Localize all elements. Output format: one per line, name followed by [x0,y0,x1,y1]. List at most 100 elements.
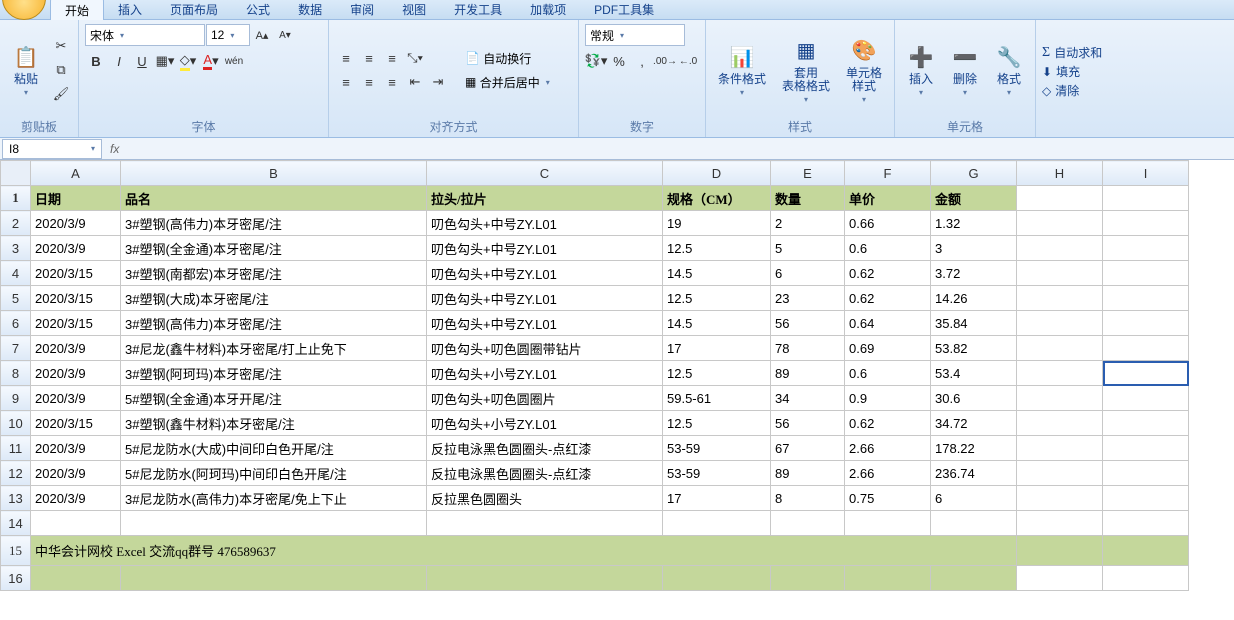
cell-I15[interactable] [1103,536,1189,566]
cell-B11[interactable]: 5#尼龙防水(大成)中间印白色开尾/注 [121,436,427,461]
insert-cells-button[interactable]: ➕ 插入 ▾ [901,41,941,99]
cell-E11[interactable]: 67 [771,436,845,461]
cell-C7[interactable]: 叨色勾头+叨色圆圈带钻片 [427,336,663,361]
column-header-C[interactable]: C [427,161,663,186]
cell-C1[interactable]: 拉头/拉片 [427,186,663,211]
cell-A3[interactable]: 2020/3/9 [31,236,121,261]
cell-B6[interactable]: 3#塑钢(高伟力)本牙密尾/注 [121,311,427,336]
decrease-font-button[interactable]: A▾ [274,24,296,46]
cell-H8[interactable] [1017,361,1103,386]
tab-页面布局[interactable]: 页面布局 [156,0,232,22]
row-header-4[interactable]: 4 [1,261,31,286]
cell-G6[interactable]: 35.84 [931,311,1017,336]
cell-C16[interactable] [427,566,663,591]
format-as-table-button[interactable]: ▦ 套用 表格格式 ▾ [776,35,836,106]
format-painter-button[interactable]: 🖌 [50,83,72,105]
copy-button[interactable]: ⧉ [50,59,72,81]
cell-F12[interactable]: 2.66 [845,461,931,486]
cell-A16[interactable] [31,566,121,591]
cell-A7[interactable]: 2020/3/9 [31,336,121,361]
decrease-indent-button[interactable]: ⇤ [404,71,426,93]
cell-E8[interactable]: 89 [771,361,845,386]
tab-插入[interactable]: 插入 [104,0,156,22]
cell-F5[interactable]: 0.62 [845,286,931,311]
select-all-corner[interactable] [1,161,31,186]
paste-button[interactable]: 📋 粘贴 ▾ [6,41,46,99]
cell-H4[interactable] [1017,261,1103,286]
cell-F9[interactable]: 0.9 [845,386,931,411]
cell-E13[interactable]: 8 [771,486,845,511]
font-family-select[interactable]: 宋体▾ [85,24,205,46]
cell-F3[interactable]: 0.6 [845,236,931,261]
comma-button[interactable]: , [631,50,653,72]
autosum-button[interactable]: Σ自动求和 [1042,44,1102,61]
cell-B14[interactable] [121,511,427,536]
row-header-13[interactable]: 13 [1,486,31,511]
cell-H5[interactable] [1017,286,1103,311]
cell-E16[interactable] [771,566,845,591]
tab-视图[interactable]: 视图 [388,0,440,22]
cell-I2[interactable] [1103,211,1189,236]
wrap-text-button[interactable]: 📄 自动换行 [461,47,554,69]
percent-button[interactable]: % [608,50,630,72]
cell-G13[interactable]: 6 [931,486,1017,511]
cell-I1[interactable] [1103,186,1189,211]
cell-H7[interactable] [1017,336,1103,361]
conditional-format-button[interactable]: 📊 条件格式 ▾ [712,41,772,99]
fill-button[interactable]: ⬇填充 [1042,63,1102,80]
cell-styles-button[interactable]: 🎨 单元格 样式 ▾ [840,35,888,106]
clear-button[interactable]: ◇清除 [1042,82,1102,99]
cell-D10[interactable]: 12.5 [663,411,771,436]
border-button[interactable]: ▦▾ [154,50,176,72]
cell-B5[interactable]: 3#塑钢(大成)本牙密尾/注 [121,286,427,311]
cell-F8[interactable]: 0.6 [845,361,931,386]
cell-G5[interactable]: 14.26 [931,286,1017,311]
increase-font-button[interactable]: A▴ [251,24,273,46]
cell-A1[interactable]: 日期 [31,186,121,211]
cell-D2[interactable]: 19 [663,211,771,236]
row-header-8[interactable]: 8 [1,361,31,386]
fill-color-button[interactable]: ◇▾ [177,50,199,72]
number-format-select[interactable]: 常规▾ [585,24,685,46]
cell-H3[interactable] [1017,236,1103,261]
cell-E12[interactable]: 89 [771,461,845,486]
column-header-B[interactable]: B [121,161,427,186]
delete-cells-button[interactable]: ➖ 删除 ▾ [945,41,985,99]
cell-C11[interactable]: 反拉电泳黑色圆圈头-点红漆 [427,436,663,461]
cell-I7[interactable] [1103,336,1189,361]
row-header-2[interactable]: 2 [1,211,31,236]
cell-A5[interactable]: 2020/3/15 [31,286,121,311]
cell-G10[interactable]: 34.72 [931,411,1017,436]
cell-B4[interactable]: 3#塑钢(南都宏)本牙密尾/注 [121,261,427,286]
cell-H2[interactable] [1017,211,1103,236]
orientation-button[interactable]: ⤡▾ [404,47,426,69]
tab-审阅[interactable]: 审阅 [336,0,388,22]
cell-I5[interactable] [1103,286,1189,311]
cell-A14[interactable] [31,511,121,536]
tab-开发工具[interactable]: 开发工具 [440,0,516,22]
cell-H1[interactable] [1017,186,1103,211]
cell-A8[interactable]: 2020/3/9 [31,361,121,386]
cell-F4[interactable]: 0.62 [845,261,931,286]
bold-button[interactable]: B [85,50,107,72]
cell-E2[interactable]: 2 [771,211,845,236]
cell-H14[interactable] [1017,511,1103,536]
cell-E4[interactable]: 6 [771,261,845,286]
row-header-11[interactable]: 11 [1,436,31,461]
cell-I11[interactable] [1103,436,1189,461]
cell-H13[interactable] [1017,486,1103,511]
cell-E1[interactable]: 数量 [771,186,845,211]
cut-button[interactable]: ✂ [50,35,72,57]
cell-H10[interactable] [1017,411,1103,436]
cell-I13[interactable] [1103,486,1189,511]
row-header-15[interactable]: 15 [1,536,31,566]
cell-H12[interactable] [1017,461,1103,486]
cell-D1[interactable]: 规格（CM） [663,186,771,211]
cell-I3[interactable] [1103,236,1189,261]
cell-A6[interactable]: 2020/3/15 [31,311,121,336]
cell-B9[interactable]: 5#塑钢(全金通)本牙开尾/注 [121,386,427,411]
cell-G3[interactable]: 3 [931,236,1017,261]
footer-banner[interactable]: 中华会计网校 Excel 交流qq群号 476589637 [31,536,1017,566]
cell-E9[interactable]: 34 [771,386,845,411]
cell-I4[interactable] [1103,261,1189,286]
